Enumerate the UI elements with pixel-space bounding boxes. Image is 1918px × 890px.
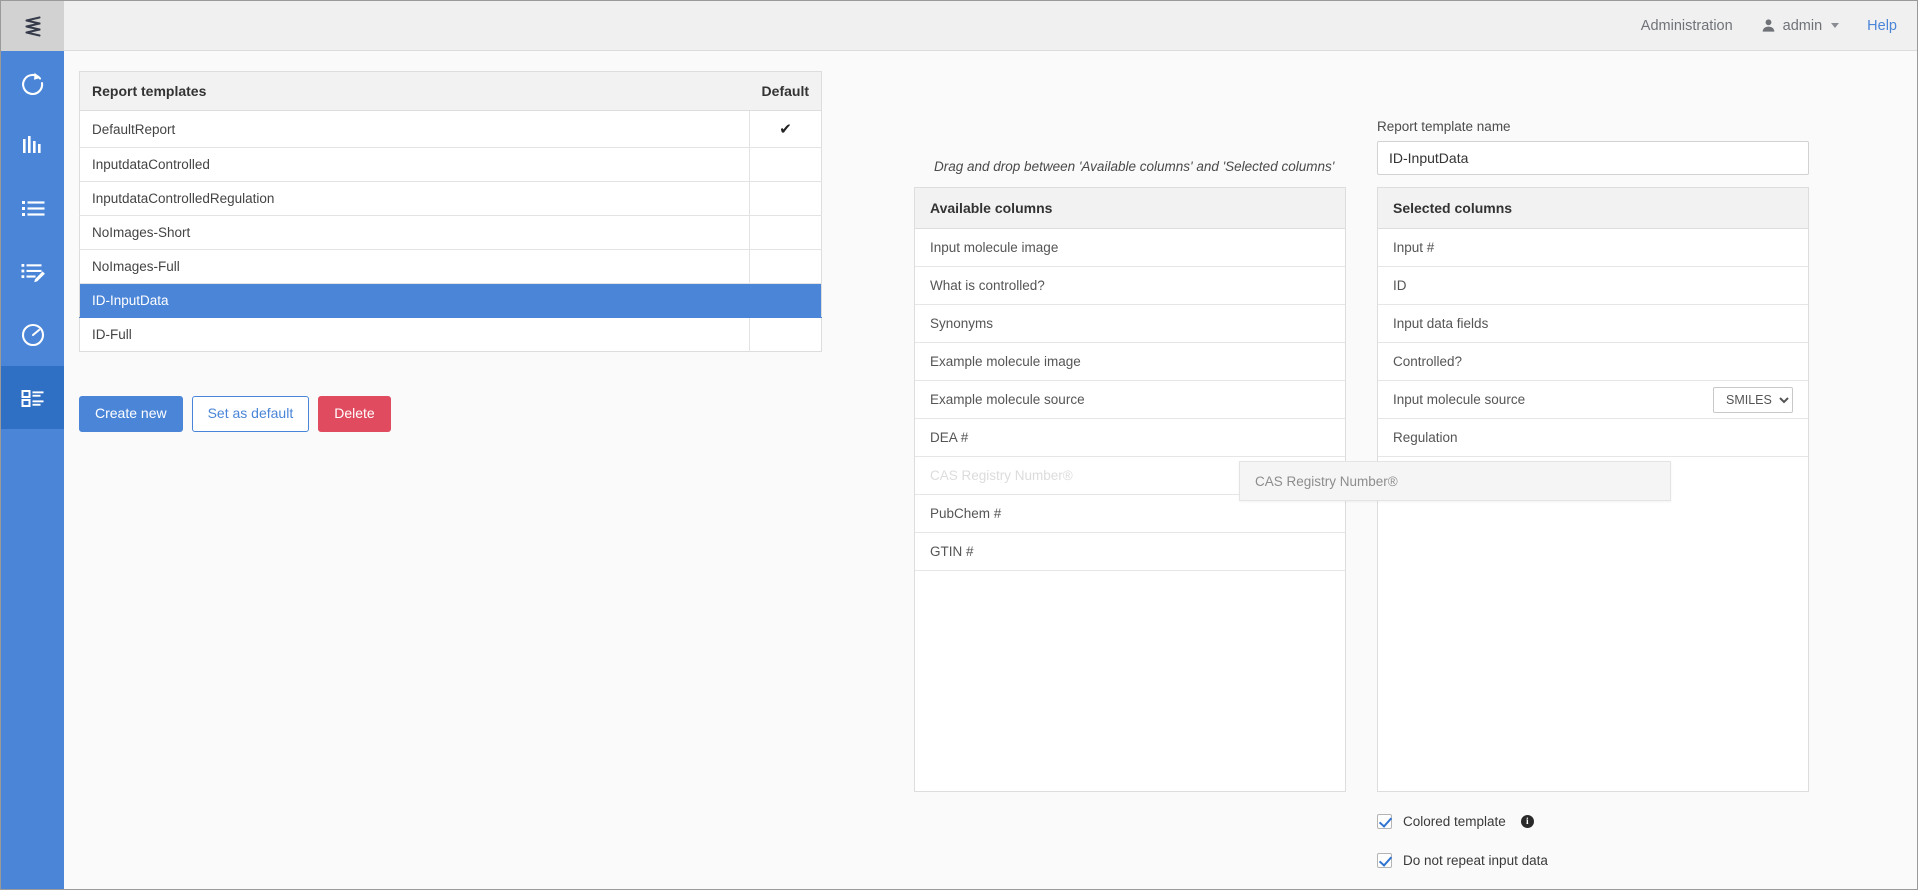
template-name: InputdataControlledRegulation bbox=[80, 182, 750, 216]
template-name: ID-Full bbox=[80, 318, 750, 352]
sidebar-item-gauge[interactable] bbox=[1, 303, 64, 366]
report-template-name-label: Report template name bbox=[1377, 119, 1511, 134]
table-row[interactable]: NoImages-Full bbox=[80, 250, 822, 284]
info-icon[interactable]: i bbox=[1521, 815, 1534, 828]
default-check: ✔ bbox=[750, 111, 822, 148]
list-icon bbox=[18, 194, 48, 224]
table-row[interactable]: DefaultReport ✔ bbox=[80, 111, 822, 148]
report-layout-icon bbox=[18, 383, 48, 413]
create-new-button[interactable]: Create new bbox=[79, 396, 183, 432]
column-label: Example molecule image bbox=[930, 355, 1081, 369]
default-check bbox=[750, 250, 822, 284]
column-label: DEA # bbox=[930, 431, 968, 445]
report-templates-panel: Report templates Default DefaultReport ✔… bbox=[79, 71, 822, 352]
available-columns-title: Available columns bbox=[915, 188, 1345, 229]
top-bar: Administration admin Help bbox=[64, 1, 1918, 51]
drag-proxy-label: CAS Registry Number® bbox=[1255, 474, 1398, 489]
available-column-item[interactable]: What is controlled? bbox=[915, 267, 1345, 305]
no-repeat-input-row: Do not repeat input data bbox=[1377, 853, 1548, 868]
user-menu[interactable]: admin bbox=[1761, 18, 1840, 34]
column-header-name: Report templates bbox=[80, 72, 750, 111]
person-icon bbox=[1761, 18, 1776, 33]
bar-chart-icon bbox=[18, 131, 48, 161]
table-row-selected[interactable]: ID-InputData bbox=[80, 284, 822, 318]
column-label: Input data fields bbox=[1393, 317, 1488, 331]
colored-template-row: Colored template i bbox=[1377, 814, 1534, 829]
colored-template-checkbox[interactable] bbox=[1377, 814, 1392, 829]
help-link[interactable]: Help bbox=[1867, 18, 1897, 34]
template-name: NoImages-Full bbox=[80, 250, 750, 284]
sidebar bbox=[1, 1, 64, 890]
column-label: CAS Registry Number® bbox=[930, 469, 1073, 483]
colored-template-label: Colored template bbox=[1403, 814, 1506, 829]
selected-column-item[interactable]: Input # bbox=[1378, 229, 1808, 267]
table-row[interactable]: InputdataControlledRegulation bbox=[80, 182, 822, 216]
no-repeat-input-label: Do not repeat input data bbox=[1403, 853, 1548, 868]
column-label: ID bbox=[1393, 279, 1407, 293]
delete-button[interactable]: Delete bbox=[318, 396, 390, 432]
default-check bbox=[750, 182, 822, 216]
app-logo[interactable] bbox=[1, 1, 64, 51]
gauge-icon bbox=[18, 320, 48, 350]
column-label: Regulation bbox=[1393, 431, 1458, 445]
table-row[interactable]: ID-Full bbox=[80, 318, 822, 352]
column-label: Synonyms bbox=[930, 317, 993, 331]
no-repeat-input-checkbox[interactable] bbox=[1377, 853, 1392, 868]
available-column-item[interactable]: Example molecule source bbox=[915, 381, 1345, 419]
administration-link[interactable]: Administration bbox=[1641, 18, 1733, 34]
sidebar-item-report-templates[interactable] bbox=[1, 366, 64, 429]
table-row[interactable]: NoImages-Short bbox=[80, 216, 822, 250]
default-check bbox=[750, 318, 822, 352]
drag-proxy-item: CAS Registry Number® bbox=[1239, 461, 1671, 501]
drag-drop-hint: Drag and drop between 'Available columns… bbox=[934, 159, 1334, 174]
report-templates-body: DefaultReport ✔ InputdataControlled Inpu… bbox=[80, 111, 822, 352]
table-header-row: Report templates Default bbox=[80, 72, 822, 111]
sidebar-item-charts[interactable] bbox=[1, 114, 64, 177]
column-label: Input # bbox=[1393, 241, 1434, 255]
selected-column-item[interactable]: Input molecule source SMILESInChIMolfile… bbox=[1378, 381, 1808, 419]
selected-column-item[interactable]: Input data fields bbox=[1378, 305, 1808, 343]
column-label: GTIN # bbox=[930, 545, 974, 559]
available-column-item[interactable]: Input molecule image bbox=[915, 229, 1345, 267]
selected-columns-title: Selected columns bbox=[1378, 188, 1808, 229]
available-column-item[interactable]: DEA # bbox=[915, 419, 1345, 457]
column-label: Example molecule source bbox=[930, 393, 1085, 407]
set-as-default-button[interactable]: Set as default bbox=[192, 396, 310, 432]
stacked-s-logo-icon bbox=[18, 11, 48, 41]
available-column-item[interactable]: GTIN # bbox=[915, 533, 1345, 571]
template-name: NoImages-Short bbox=[80, 216, 750, 250]
column-label: What is controlled? bbox=[930, 279, 1045, 293]
template-actions: Create new Set as default Delete bbox=[79, 396, 391, 432]
column-label: PubChem # bbox=[930, 507, 1001, 521]
report-template-name-input[interactable] bbox=[1377, 141, 1809, 175]
app-root: Administration admin Help Report templat… bbox=[0, 0, 1918, 890]
table-row[interactable]: InputdataControlled bbox=[80, 148, 822, 182]
input-molecule-source-select[interactable]: SMILESInChIMolfileName bbox=[1713, 387, 1793, 413]
report-templates-table: Report templates Default DefaultReport ✔… bbox=[79, 71, 822, 352]
available-column-item[interactable]: Example molecule image bbox=[915, 343, 1345, 381]
column-label: Input molecule source bbox=[1393, 393, 1525, 407]
chevron-down-icon bbox=[1831, 23, 1839, 28]
sidebar-item-list-edit[interactable] bbox=[1, 240, 64, 303]
refresh-circle-icon bbox=[18, 68, 48, 98]
template-name: ID-InputData bbox=[80, 284, 750, 318]
sidebar-item-list[interactable] bbox=[1, 177, 64, 240]
user-name: admin bbox=[1783, 18, 1823, 34]
main-content: Report templates Default DefaultReport ✔… bbox=[64, 51, 1918, 890]
template-name: InputdataControlled bbox=[80, 148, 750, 182]
selected-column-item[interactable]: ID bbox=[1378, 267, 1808, 305]
default-check bbox=[750, 216, 822, 250]
column-header-default: Default bbox=[750, 72, 822, 111]
column-label: Input molecule image bbox=[930, 241, 1058, 255]
column-label: Controlled? bbox=[1393, 355, 1462, 369]
available-column-item[interactable]: Synonyms bbox=[915, 305, 1345, 343]
list-edit-icon bbox=[18, 257, 48, 287]
selected-column-item[interactable]: Regulation bbox=[1378, 419, 1808, 457]
selected-column-item[interactable]: Controlled? bbox=[1378, 343, 1808, 381]
template-name: DefaultReport bbox=[80, 111, 750, 148]
default-check bbox=[750, 148, 822, 182]
default-check bbox=[750, 284, 822, 318]
sidebar-item-refresh[interactable] bbox=[1, 51, 64, 114]
